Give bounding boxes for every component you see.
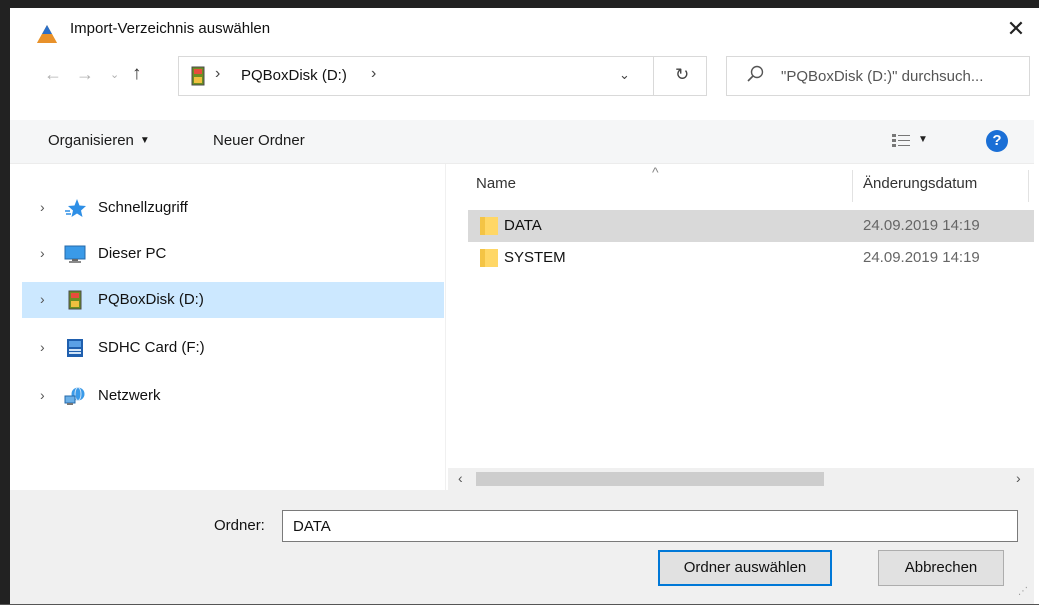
address-bar[interactable]: › PQBoxDisk (D:) › ⌄ ↻ [178, 56, 707, 96]
new-folder-button[interactable]: Neuer Ordner [213, 132, 305, 149]
organize-label: Organisieren [48, 132, 134, 149]
recent-locations-chevron-icon[interactable]: ⌄ [110, 68, 119, 81]
scrollbar-thumb[interactable] [476, 472, 824, 486]
address-separator[interactable]: › [371, 65, 376, 83]
column-header-date[interactable]: Änderungsdatum [863, 175, 977, 192]
column-header-name[interactable]: Name [476, 175, 516, 192]
sidebar-item-quick-access[interactable]: › Schnellzugriff [22, 190, 444, 226]
address-location[interactable]: PQBoxDisk (D:) [241, 67, 347, 84]
scroll-right-icon[interactable]: › [1016, 470, 1021, 486]
forward-arrow-icon[interactable]: → [76, 64, 94, 85]
search-box[interactable] [726, 56, 1030, 96]
close-button[interactable]: ✕ [998, 14, 1034, 44]
folder-icon [480, 217, 498, 235]
address-divider [653, 57, 654, 95]
window-frame-left [0, 0, 10, 615]
sort-ascending-icon: ^ [652, 164, 659, 180]
navigation-pane: › Schnellzugriff › Dieser PC › PQBoxDisk… [10, 164, 446, 490]
help-icon[interactable]: ? [986, 130, 1008, 152]
folder-picker-dialog: Import-Verzeichnis auswählen ✕ ← → ⌄ ↑ ›… [0, 0, 1039, 615]
folder-label: Ordner: [214, 517, 265, 534]
scroll-left-icon[interactable]: ‹ [458, 470, 463, 486]
search-input[interactable] [779, 63, 1025, 89]
column-separator[interactable] [852, 170, 853, 202]
resize-grip-icon[interactable]: ⋰ [1018, 586, 1028, 597]
file-row-data[interactable]: DATA 24.09.2019 14:19 [468, 210, 1034, 242]
search-icon [747, 65, 764, 82]
sidebar-item-label: Netzwerk [98, 387, 161, 404]
caret-down-icon: ▼ [139, 135, 150, 146]
command-bar: Organisieren ▼ Neuer Ordner ▼ ? [10, 120, 1034, 164]
sidebar-item-label: Dieser PC [98, 245, 167, 262]
column-header-row: Name ^ Änderungsdatum [448, 164, 1034, 208]
file-list: Name ^ Änderungsdatum DATA 24.09.2019 14… [448, 164, 1034, 490]
sidebar-item-label: PQBoxDisk (D:) [98, 291, 204, 308]
expand-chevron-icon[interactable]: › [40, 291, 45, 307]
address-dropdown-icon[interactable]: ⌄ [619, 67, 630, 83]
expand-chevron-icon[interactable]: › [40, 199, 45, 215]
network-icon [64, 387, 85, 405]
window-frame-bottom [0, 604, 1039, 605]
file-date: 24.09.2019 14:19 [863, 217, 980, 234]
column-separator[interactable] [1028, 170, 1029, 202]
file-name: SYSTEM [504, 249, 566, 266]
file-name: DATA [504, 217, 542, 234]
file-date: 24.09.2019 14:19 [863, 249, 980, 266]
cancel-button[interactable]: Abbrechen [878, 550, 1004, 586]
sidebar-item-network[interactable]: › Netzwerk [22, 378, 444, 414]
sdcard-icon [67, 339, 83, 357]
title-bar: Import-Verzeichnis auswählen ✕ [10, 8, 1034, 48]
view-caret-icon[interactable]: ▼ [918, 134, 928, 145]
close-icon: ✕ [1006, 16, 1026, 41]
organize-button[interactable]: Organisieren ▼ [48, 132, 150, 149]
horizontal-scrollbar[interactable]: ‹ › [448, 468, 1034, 490]
file-row-system[interactable]: SYSTEM 24.09.2019 14:19 [468, 242, 1034, 274]
sidebar-item-pqboxdisk[interactable]: › PQBoxDisk (D:) [22, 282, 444, 318]
window-title: Import-Verzeichnis auswählen [70, 20, 271, 37]
expand-chevron-icon[interactable]: › [40, 387, 45, 403]
up-arrow-icon[interactable]: ↑ [132, 63, 142, 85]
select-folder-button[interactable]: Ordner auswählen [658, 550, 832, 586]
navigation-bar: ← → ⌄ ↑ › PQBoxDisk (D:) › ⌄ ↻ [10, 54, 1034, 98]
folder-name-input[interactable] [282, 510, 1018, 542]
back-arrow-icon[interactable]: ← [44, 64, 62, 85]
computer-icon [64, 245, 86, 263]
drive-icon [191, 66, 205, 86]
app-icon [37, 25, 57, 43]
sidebar-item-label: Schnellzugriff [98, 199, 188, 216]
address-separator[interactable]: › [215, 65, 220, 83]
refresh-icon[interactable]: ↻ [675, 65, 689, 85]
window-frame-top [0, 0, 1039, 8]
sidebar-item-this-pc[interactable]: › Dieser PC [22, 236, 444, 272]
sidebar-item-sdhc-card[interactable]: › SDHC Card (F:) [22, 330, 444, 366]
drive-icon [68, 290, 82, 310]
expand-chevron-icon[interactable]: › [40, 245, 45, 261]
view-options-icon[interactable] [892, 133, 910, 149]
folder-icon [480, 249, 498, 267]
dialog-footer: Ordner: Ordner auswählen Abbrechen ⋰ [10, 490, 1034, 604]
expand-chevron-icon[interactable]: › [40, 339, 45, 355]
sidebar-item-label: SDHC Card (F:) [98, 339, 205, 356]
star-icon [65, 199, 86, 217]
